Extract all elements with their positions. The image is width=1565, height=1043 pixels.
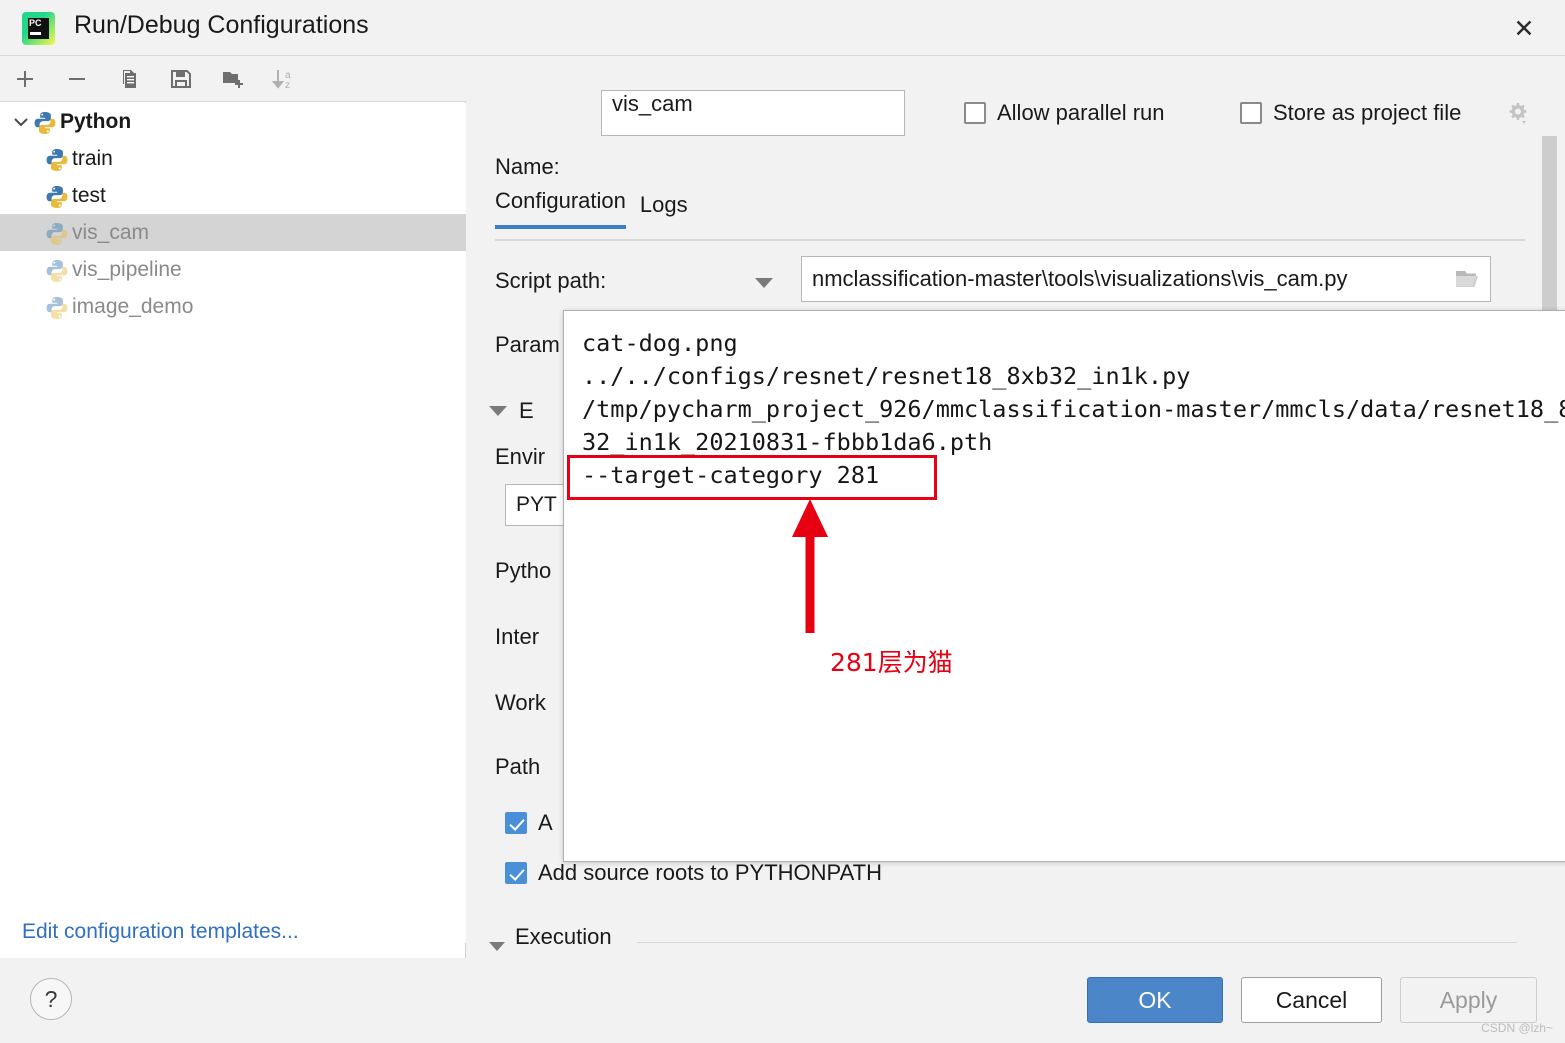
parameters-tooltip-popup: cat-dog.png ../../configs/resnet/resnet1… [563, 310, 1565, 862]
checkbox-box[interactable] [505, 862, 527, 884]
tree-item-label: vis_cam [72, 220, 150, 244]
tree-item-label: Python [60, 109, 132, 133]
parameters-label: Param [495, 332, 560, 357]
store-as-project-file-checkbox[interactable]: Store as project file [1240, 100, 1461, 126]
tree-item-label: test [72, 183, 106, 207]
tree-item-train[interactable]: train [0, 140, 466, 177]
allow-parallel-run-label: Allow parallel run [997, 100, 1165, 125]
edit-configuration-templates-link[interactable]: Edit configuration templates... [22, 920, 299, 944]
path-mappings-label: Path [495, 754, 541, 779]
execution-section-rule [637, 942, 1517, 943]
tree-item-vis-cam[interactable]: vis_cam [0, 214, 466, 251]
execution-section-disclosure-icon[interactable] [489, 942, 505, 951]
python-icon [44, 295, 70, 319]
pycharm-logo-icon: PC [22, 12, 55, 45]
apply-button[interactable]: Apply [1400, 977, 1537, 1023]
parameters-tooltip-text: cat-dog.png ../../configs/resnet/resnet1… [582, 329, 1565, 489]
script-path-input[interactable]: nmclassification-master\tools\visualizat… [801, 256, 1491, 302]
tree-item-label: vis_pipeline [72, 257, 182, 281]
tab-separator [495, 239, 1525, 241]
python-icon [44, 258, 70, 282]
python-interpreter-label: Pytho [495, 558, 552, 583]
environment-variables-label: Envir [495, 444, 546, 469]
python-icon [32, 110, 58, 134]
environment-section-label: E [519, 398, 534, 423]
add-content-roots-label: A [538, 810, 553, 835]
script-path-label: Script path: [495, 268, 607, 293]
working-directory-label: Work [495, 690, 546, 715]
page-title: Run/Debug Configurations [74, 11, 369, 39]
sort-alphabetically-icon[interactable]: a z [268, 63, 302, 95]
tab-logs[interactable]: Logs [640, 192, 688, 229]
name-label: Name: [495, 154, 560, 179]
tree-item-vis-pipeline[interactable]: vis_pipeline [0, 251, 466, 288]
sidebar-toolbar: a z [0, 56, 466, 102]
script-path-value: nmclassification-master\tools\visualizat… [812, 266, 1348, 291]
interpreter-options-label: Inter [495, 624, 540, 649]
add-source-roots-label: Add source roots to PYTHONPATH [538, 860, 882, 885]
add-content-roots-checkbox[interactable]: A [505, 810, 553, 836]
store-as-project-file-label: Store as project file [1273, 100, 1462, 125]
tree-item-label: train [72, 146, 113, 170]
checkbox-box[interactable] [964, 102, 986, 124]
add-configuration-button[interactable] [8, 63, 42, 95]
python-icon [44, 221, 70, 245]
python-icon [44, 147, 70, 171]
tab-configuration[interactable]: Configuration [495, 188, 626, 229]
dialog-titlebar: PC Run/Debug Configurations ✕ [0, 0, 1565, 56]
tab-bar: Configuration Logs [495, 188, 702, 229]
watermark: CSDN @lzh~ [1481, 1021, 1553, 1035]
remove-configuration-button[interactable] [60, 63, 94, 95]
name-input[interactable]: vis_cam [601, 90, 905, 136]
folder-open-icon[interactable] [1454, 267, 1484, 293]
new-folder-button[interactable] [216, 63, 250, 95]
configuration-tree[interactable]: Python train test vis_cam vis_pipeline i… [0, 103, 466, 943]
configurations-sidebar: a z Python train test vis_cam vis_pipeli… [0, 56, 466, 958]
run-debug-configurations-dialog: PC Run/Debug Configurations ✕ a z Python… [0, 0, 1565, 1043]
tree-item-label: image_demo [72, 294, 194, 318]
chevron-down-icon[interactable] [10, 113, 32, 131]
execution-section-label: Execution [515, 924, 612, 949]
add-source-roots-checkbox[interactable]: Add source roots to PYTHONPATH [505, 860, 882, 886]
ok-button[interactable]: OK [1087, 977, 1223, 1023]
close-icon[interactable]: ✕ [1507, 12, 1541, 46]
tree-item-test[interactable]: test [0, 177, 466, 214]
tree-item-python[interactable]: Python [0, 103, 466, 140]
script-path-dropdown-icon[interactable] [755, 278, 773, 288]
checkbox-box[interactable] [505, 812, 527, 834]
allow-parallel-run-checkbox[interactable]: Allow parallel run [964, 100, 1165, 126]
question-mark-icon[interactable]: ? [30, 978, 72, 1020]
gear-icon[interactable] [1504, 100, 1532, 128]
save-configuration-button[interactable] [164, 63, 198, 95]
cancel-button[interactable]: Cancel [1241, 977, 1382, 1023]
checkbox-box[interactable] [1240, 102, 1262, 124]
python-icon [44, 184, 70, 208]
tree-item-image-demo[interactable]: image_demo [0, 288, 466, 325]
copy-configuration-button[interactable] [112, 63, 146, 95]
svg-text:z: z [285, 80, 290, 91]
environment-section-disclosure-icon[interactable] [489, 406, 507, 416]
